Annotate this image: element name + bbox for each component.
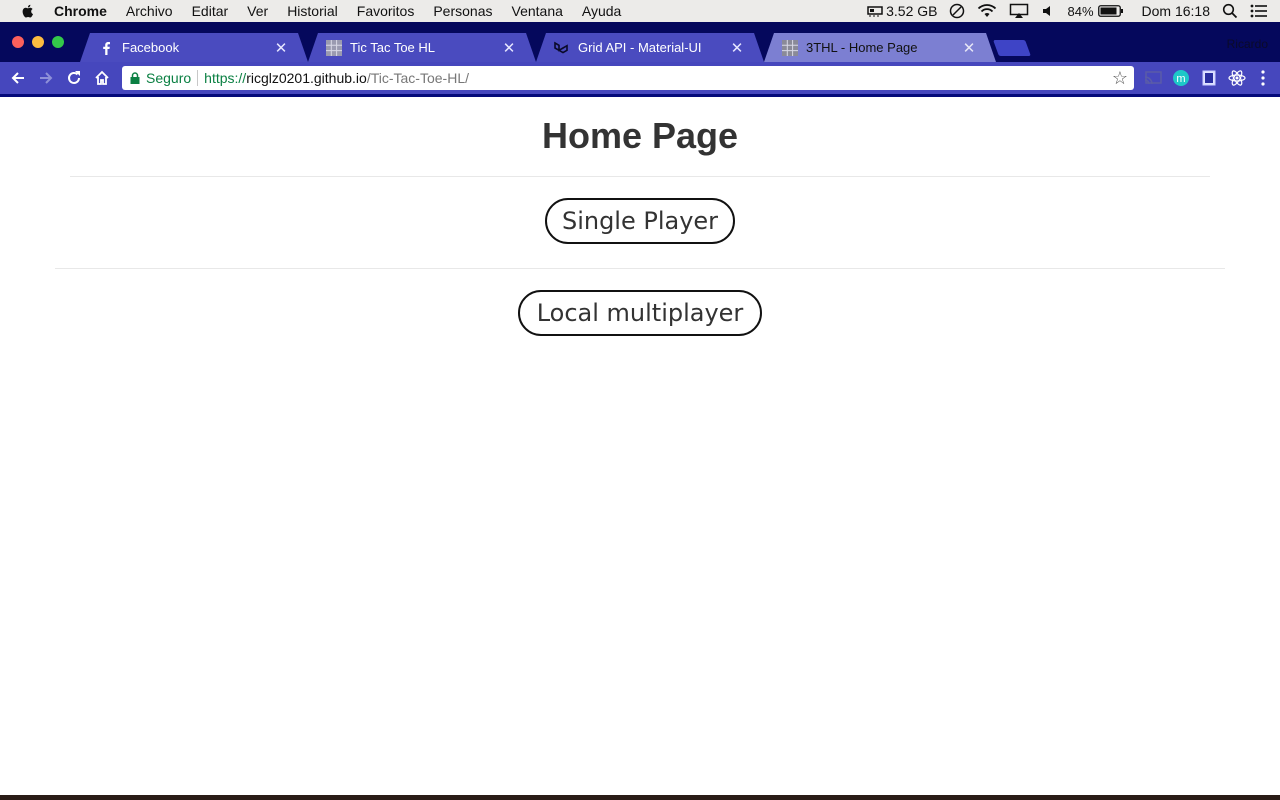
tab-title: Grid API - Material-UI <box>578 40 702 55</box>
battery-status[interactable]: 84% <box>1067 4 1123 19</box>
bookmark-star-icon[interactable]: ☆ <box>1112 68 1128 89</box>
tab-title: 3THL - Home Page <box>806 40 918 55</box>
new-tab-button[interactable] <box>993 40 1031 56</box>
tab-close-icon[interactable]: ✕ <box>502 39 516 57</box>
spotlight-search-icon[interactable] <box>1222 3 1238 19</box>
local-multiplayer-button[interactable]: Local multiplayer <box>518 290 762 336</box>
macos-menu-bar: Chrome Archivo Editar Ver Historial Favo… <box>0 0 1280 22</box>
divider <box>70 176 1210 177</box>
url-path: /Tic-Tac-Toe-HL/ <box>366 70 469 86</box>
grid-favicon <box>782 40 798 56</box>
wifi-icon[interactable] <box>977 3 997 19</box>
forward-button[interactable] <box>36 68 56 88</box>
tab-facebook[interactable]: Facebook ✕ <box>80 33 308 62</box>
menu-historial[interactable]: Historial <box>287 3 338 19</box>
window-zoom-button[interactable] <box>52 36 64 48</box>
facebook-icon <box>98 40 114 56</box>
tab-title: Tic Tac Toe HL <box>350 40 436 55</box>
react-devtools-icon[interactable] <box>1228 69 1246 87</box>
home-button[interactable] <box>92 68 112 88</box>
menu-app-chrome[interactable]: Chrome <box>54 3 107 19</box>
tab-grid-api-material-ui[interactable]: Grid API - Material-UI ✕ <box>536 33 764 62</box>
back-button[interactable] <box>8 68 28 88</box>
omnibox-divider <box>197 70 199 86</box>
url-scheme: https:// <box>204 70 247 86</box>
do-not-disturb-icon[interactable] <box>949 3 965 19</box>
m-extension-icon[interactable]: m <box>1172 69 1190 87</box>
grid-favicon <box>326 40 342 56</box>
menu-ayuda[interactable]: Ayuda <box>582 3 621 19</box>
arrow-left-icon <box>11 72 24 84</box>
tab-tic-tac-toe-hl[interactable]: Tic Tac Toe HL ✕ <box>308 33 536 62</box>
volume-icon[interactable] <box>1041 4 1055 18</box>
divider <box>55 268 1225 269</box>
memory-status[interactable]: 3.52 GB <box>867 3 937 19</box>
browser-toolbar: Seguro https://ricglz0201.github.io/Tic-… <box>0 62 1280 97</box>
battery-percentage: 84% <box>1067 3 1094 19</box>
svg-text:m: m <box>1176 73 1185 85</box>
menu-archivo[interactable]: Archivo <box>126 3 173 19</box>
tab-3thl-home-page[interactable]: 3THL - Home Page ✕ <box>764 33 996 62</box>
menu-ventana[interactable]: Ventana <box>512 3 563 19</box>
menu-ver[interactable]: Ver <box>247 3 268 19</box>
lock-icon <box>130 72 140 84</box>
window-minimize-button[interactable] <box>32 36 44 48</box>
menu-favoritos[interactable]: Favoritos <box>357 3 415 19</box>
memory-label: 3.52 GB <box>886 3 938 19</box>
battery-icon <box>1097 5 1123 17</box>
url-host: ricglz0201.github.io <box>246 70 367 86</box>
browser-menu-icon[interactable] <box>1254 69 1272 87</box>
secure-label: Seguro <box>146 70 192 86</box>
page-title: Home Page <box>541 115 739 156</box>
cast-extension-icon[interactable] <box>1144 69 1162 87</box>
reload-icon <box>68 71 80 84</box>
profile-name[interactable]: Ricardo <box>1227 37 1268 51</box>
material-ui-icon <box>554 40 570 56</box>
reload-button[interactable] <box>64 68 84 88</box>
clock[interactable]: Dom 16:18 <box>1142 3 1210 19</box>
page-content: Home Page Single Player Local multiplaye… <box>0 97 1280 795</box>
arrow-right-icon <box>40 72 53 84</box>
tab-close-icon[interactable]: ✕ <box>274 39 288 57</box>
browser-tab-strip: Facebook ✕ Tic Tac Toe HL ✕ Grid API - M… <box>0 22 1280 62</box>
airplay-icon[interactable] <box>1009 3 1029 19</box>
notification-center-icon[interactable] <box>1250 4 1268 18</box>
home-icon <box>95 70 109 85</box>
single-player-button[interactable]: Single Player <box>545 198 735 244</box>
tab-close-icon[interactable]: ✕ <box>962 39 976 57</box>
window-close-button[interactable] <box>12 36 24 48</box>
address-bar[interactable]: Seguro https://ricglz0201.github.io/Tic-… <box>122 66 1134 90</box>
menu-editar[interactable]: Editar <box>192 3 229 19</box>
menu-personas[interactable]: Personas <box>433 3 492 19</box>
tab-close-icon[interactable]: ✕ <box>730 39 744 57</box>
memory-chip-icon <box>867 6 883 17</box>
reader-extension-icon[interactable] <box>1200 69 1218 87</box>
tab-title: Facebook <box>122 40 180 55</box>
apple-logo-icon[interactable] <box>20 3 36 19</box>
